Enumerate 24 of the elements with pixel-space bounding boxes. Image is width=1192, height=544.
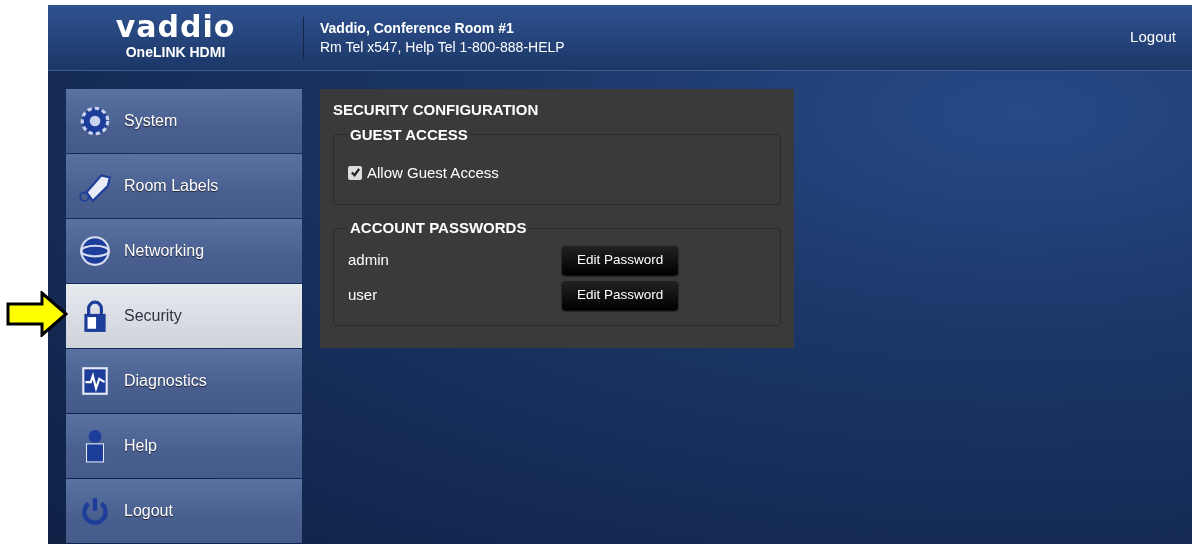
pointer-arrow-icon xyxy=(6,291,68,337)
group-legend: ACCOUNT PASSWORDS xyxy=(348,219,529,237)
edit-password-button[interactable]: Edit Password xyxy=(562,246,679,275)
group-legend: GUEST ACCESS xyxy=(348,125,470,144)
checkbox[interactable] xyxy=(348,165,362,180)
logout-link[interactable]: Logout xyxy=(1124,25,1182,50)
account-name: admin xyxy=(348,250,390,271)
room-phone: Rm Tel x547, Help Tel 1-800-888-HELP xyxy=(320,37,566,57)
sidebar-item[interactable]: Room Labels xyxy=(66,154,302,218)
sidebar-item[interactable]: Diagnostics xyxy=(66,349,302,413)
product-name: OneLINK HDMI xyxy=(125,43,226,62)
edit-password-button[interactable]: Edit Password xyxy=(562,281,679,310)
globe-icon xyxy=(78,234,112,268)
sidebar-item[interactable]: Logout xyxy=(66,479,302,543)
sidebar-item[interactable]: Security xyxy=(66,284,302,348)
gear-icon xyxy=(78,104,112,138)
sidebar-item[interactable]: System xyxy=(66,89,302,153)
checkbox-label: Allow Guest Access xyxy=(367,162,499,183)
room-title: Vaddio, Conference Room #1 xyxy=(320,18,515,38)
panel-title: SECURITY CONFIGURATION xyxy=(333,100,540,120)
logo-text: vaddio xyxy=(115,12,236,42)
sidebar-item[interactable]: Networking xyxy=(66,219,302,283)
sidebar-item[interactable]: Help xyxy=(66,414,302,478)
account-name: user xyxy=(348,285,379,306)
